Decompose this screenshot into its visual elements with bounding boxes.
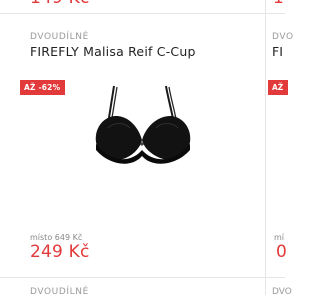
previous-right-card-price: 1 — [273, 0, 284, 8]
next-card-category: DVOUDÍLNÉ — [30, 287, 89, 297]
top-divider — [0, 13, 285, 14]
previous-card-price: 149 Kč — [30, 0, 90, 8]
column-divider — [265, 0, 266, 295]
bra-product-image[interactable] — [90, 84, 196, 166]
right-next-card-category: DVO — [272, 287, 292, 297]
right-card-original-price: mí — [274, 233, 285, 242]
discount-badge: AŽ -62% — [20, 80, 66, 95]
right-card-discount-badge: AŽ — [268, 80, 289, 95]
original-price: místo 649 Kč — [30, 233, 83, 242]
sale-price: 249 Kč — [30, 242, 90, 262]
right-card-title[interactable]: FI — [272, 44, 283, 59]
product-category: DVOUDÍLNÉ — [30, 32, 89, 42]
product-title[interactable]: FIREFLY Malisa Reif C-Cup — [30, 44, 196, 59]
right-card-category: DVO — [272, 32, 294, 42]
right-card-sale-price: 0 — [276, 242, 287, 262]
